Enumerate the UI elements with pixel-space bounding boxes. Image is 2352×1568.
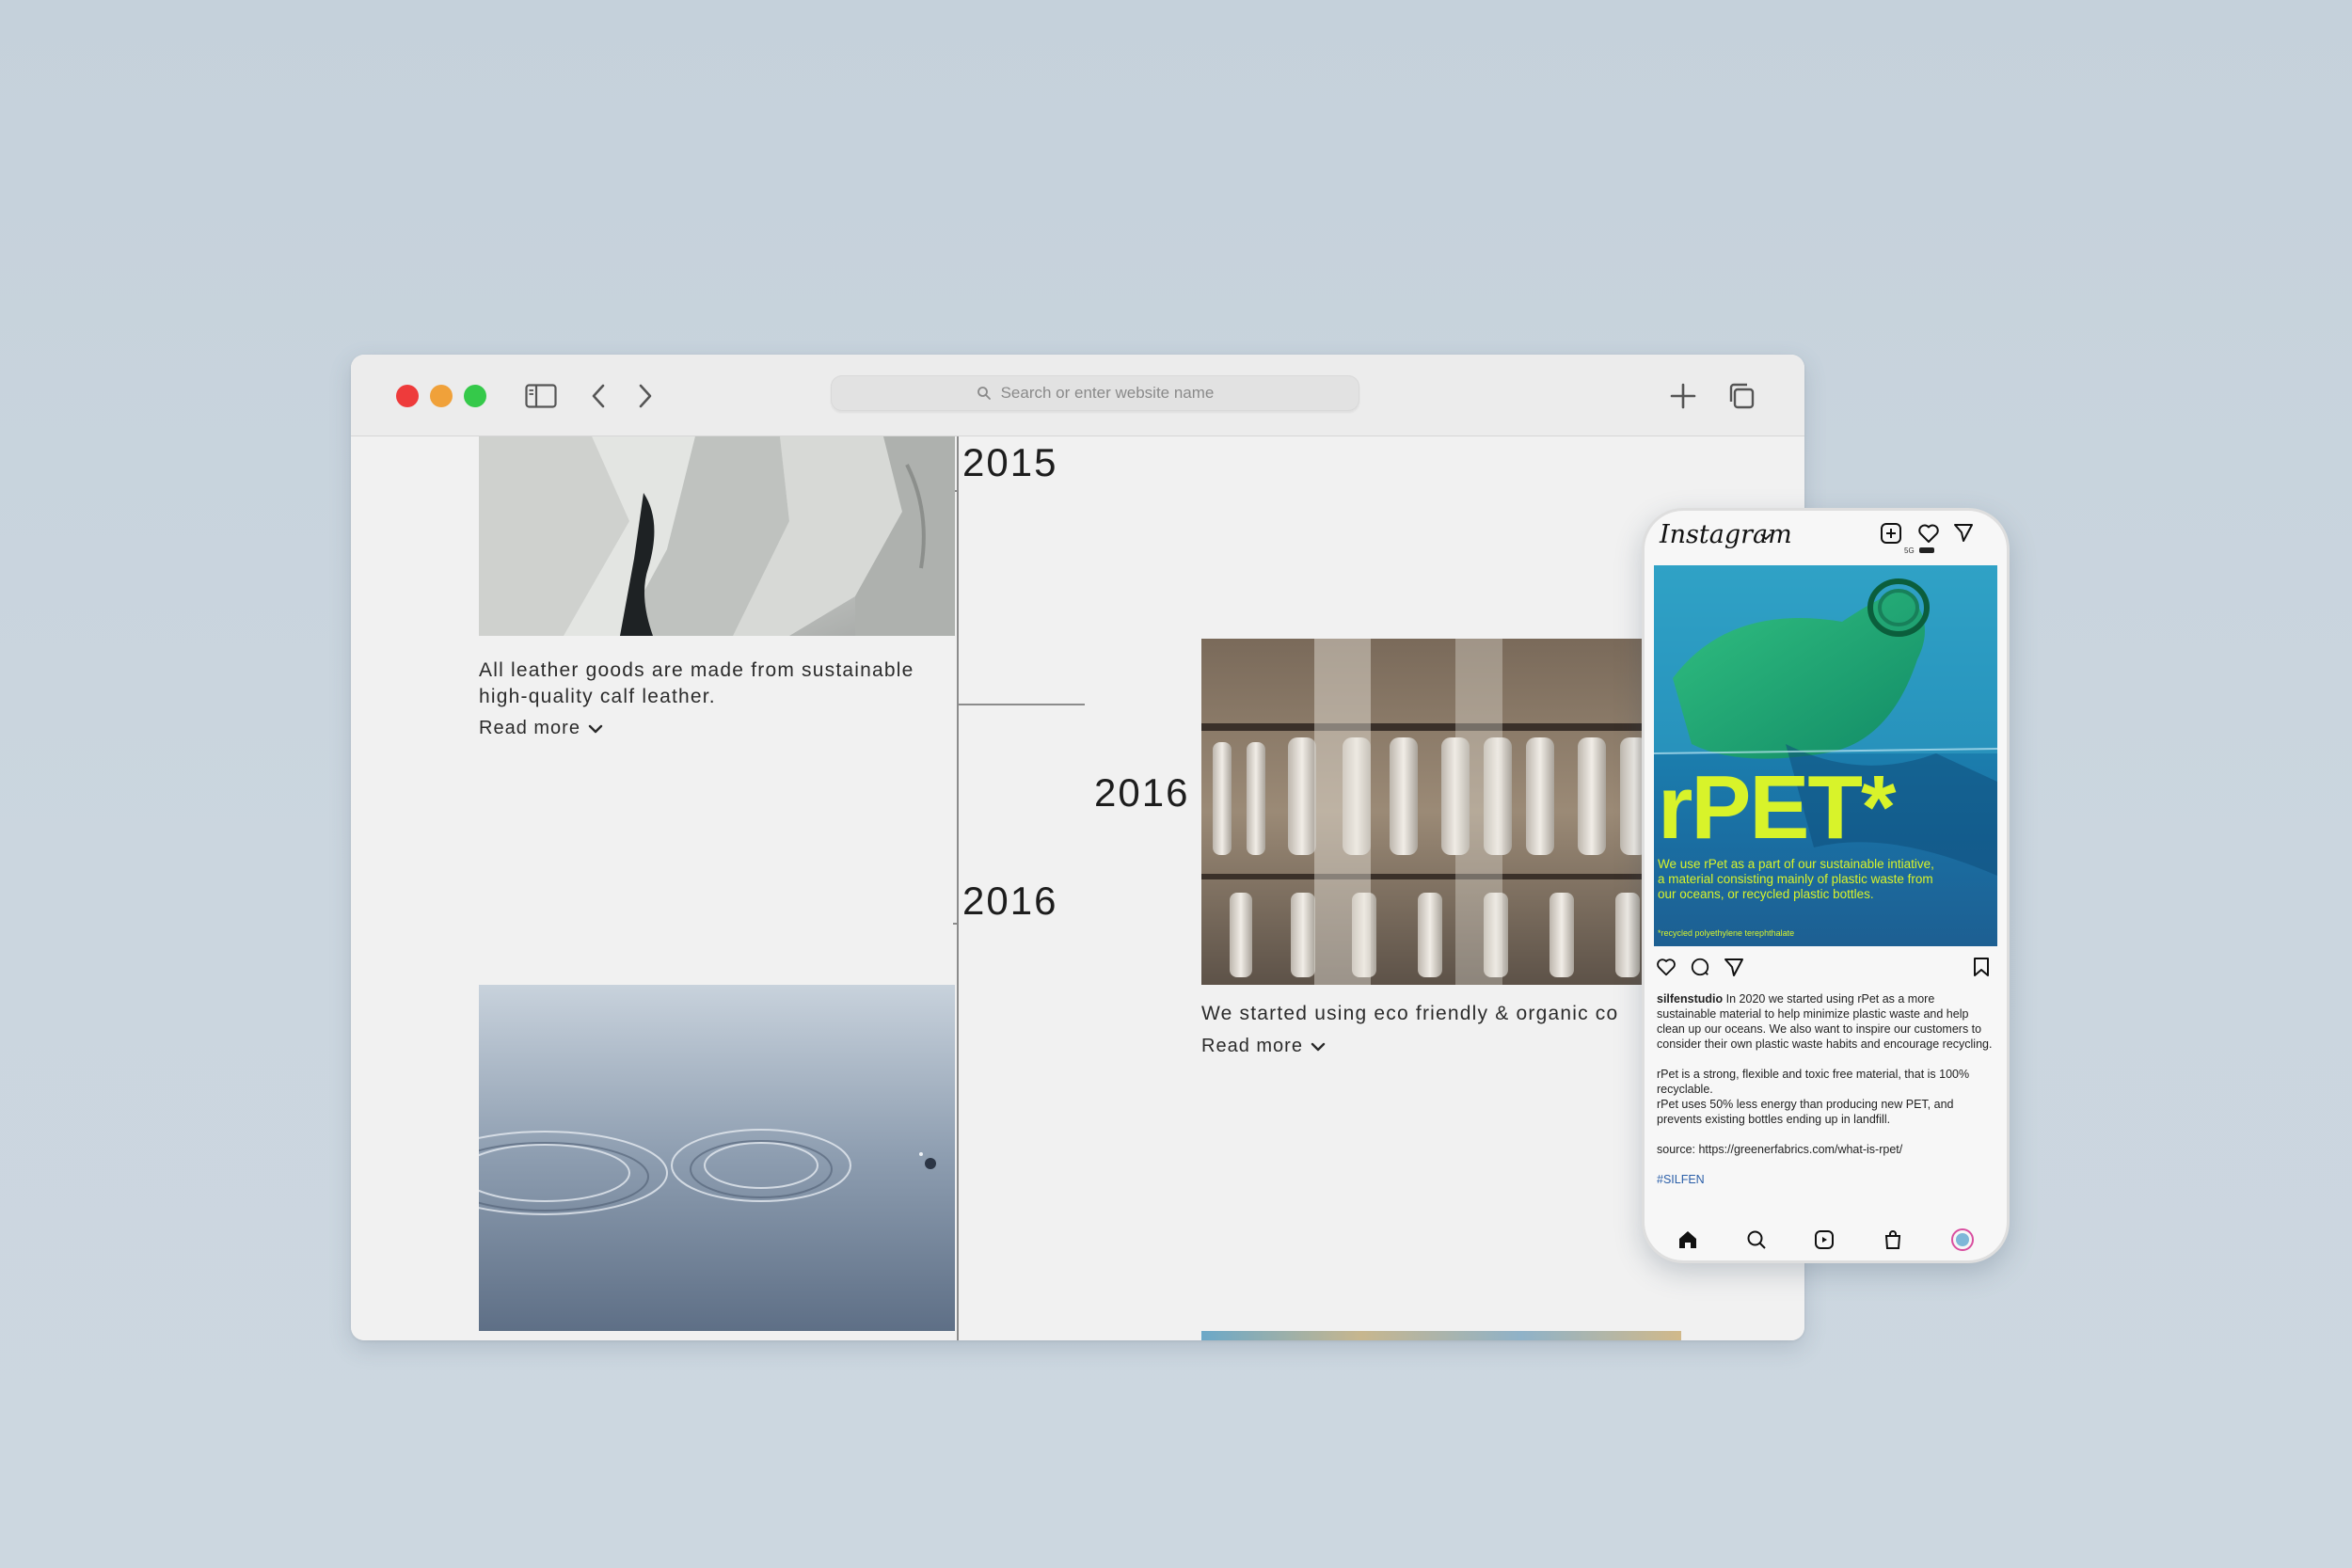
add-post-icon[interactable] <box>1880 522 1902 545</box>
timeline-line <box>957 436 959 1340</box>
timeline-year: 2016 <box>962 879 1058 923</box>
forward-icon[interactable] <box>626 377 663 415</box>
read-more-link[interactable]: Read more <box>479 718 603 739</box>
like-heart-icon[interactable] <box>1656 957 1677 977</box>
chevron-down-icon <box>1311 1042 1326 1051</box>
username[interactable]: silfenstudio <box>1657 992 1723 1006</box>
page-viewport: 2015 All leather goods are made from sus… <box>351 436 1804 1340</box>
instagram-header: Instagram 5G <box>1645 511 2007 562</box>
bookmark-icon[interactable] <box>1972 957 1991 977</box>
reels-icon[interactable] <box>1813 1228 1836 1251</box>
hashtag-link[interactable]: #SILFEN <box>1657 1172 1995 1187</box>
chevron-down-icon <box>588 724 603 733</box>
browser-toolbar: Search or enter website name <box>351 355 1804 436</box>
timeline-branch <box>957 704 1085 705</box>
tab-overview-icon[interactable] <box>1723 377 1760 415</box>
instagram-post-image[interactable]: rPET* We use rPet as a part of our susta… <box>1654 565 1997 946</box>
caption-source: source: https://greenerfabrics.com/what-… <box>1657 1143 1903 1156</box>
read-more-label: Read more <box>1201 1036 1303 1056</box>
maximize-window-button[interactable] <box>464 385 486 407</box>
share-icon[interactable] <box>1724 957 1744 977</box>
heart-icon[interactable] <box>1917 522 1940 545</box>
read-more-link[interactable]: Read more <box>1201 1036 1326 1057</box>
caption-text: rPet uses 50% less energy than producing… <box>1657 1098 1954 1126</box>
timeline-connector <box>953 923 959 925</box>
phone-mockup: Instagram 5G rPET* We use rPet as a part… <box>1642 508 2010 1263</box>
caption-line: high-quality calf leather. <box>479 686 716 707</box>
sidebar-toggle-icon[interactable] <box>522 377 560 415</box>
minimize-window-button[interactable] <box>430 385 453 407</box>
shop-icon[interactable] <box>1882 1228 1904 1251</box>
search-icon[interactable] <box>1745 1228 1768 1251</box>
next-item-image <box>1201 1331 1681 1340</box>
caption-text: rPet is a strong, flexible and toxic fre… <box>1657 1068 1970 1096</box>
profile-avatar-icon[interactable] <box>1950 1227 1975 1252</box>
browser-window: Search or enter website name 2015 All le… <box>351 355 1804 1340</box>
post-footnote: *recycled polyethylene terephthalate <box>1658 928 1795 938</box>
back-icon[interactable] <box>580 377 618 415</box>
close-window-button[interactable] <box>396 385 419 407</box>
caption-line: All leather goods are made from sustaina… <box>479 659 914 681</box>
address-placeholder: Search or enter website name <box>1000 384 1215 402</box>
instagram-logo: Instagram <box>1660 520 1792 549</box>
new-tab-icon[interactable] <box>1664 377 1702 415</box>
home-icon[interactable] <box>1677 1228 1699 1251</box>
battery-icon <box>1919 547 1934 553</box>
timeline-year: 2015 <box>962 440 1058 484</box>
water-ripple-image <box>479 985 955 1331</box>
timeline-year: 2016 <box>1094 770 1190 815</box>
direct-message-icon[interactable] <box>1953 522 1974 543</box>
timeline-caption: We started using eco friendly & organic … <box>1201 1003 1619 1024</box>
post-actions <box>1654 953 1997 981</box>
spools-image <box>1201 639 1662 985</box>
chevron-down-icon[interactable] <box>1760 533 1772 541</box>
network-status: 5G <box>1904 546 1915 555</box>
timeline-caption: All leather goods are made from sustaina… <box>479 657 914 710</box>
bottom-nav <box>1645 1219 2007 1260</box>
leather-image <box>479 436 955 636</box>
post-body: We use rPet as a part of our sustainable… <box>1658 857 1934 901</box>
address-bar[interactable]: Search or enter website name <box>831 375 1359 411</box>
comment-icon[interactable] <box>1690 957 1710 977</box>
post-caption: silfenstudio In 2020 we started using rP… <box>1657 991 1995 1202</box>
post-headline: rPET* <box>1658 757 1896 858</box>
search-icon <box>977 387 991 400</box>
read-more-label: Read more <box>479 718 580 738</box>
